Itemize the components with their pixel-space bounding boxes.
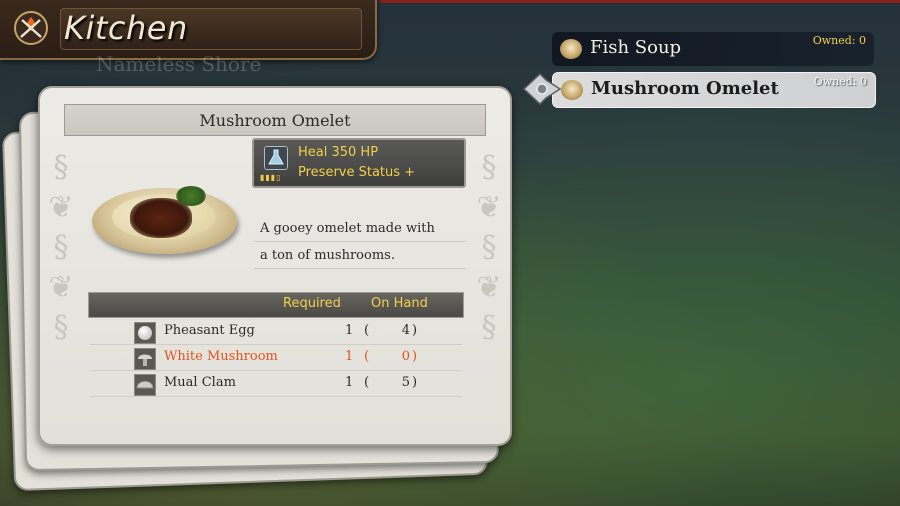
paren-open: ( [364,349,370,364]
ingredient-on-hand: 0 [401,349,410,364]
divider [254,241,466,242]
recipe-item-mushroom-omelet[interactable]: Mushroom Omelet Owned: 0 [552,72,876,108]
divider [254,268,466,269]
paren-open: ( [364,323,370,338]
clam-icon [134,374,156,396]
ingredient-required: 1 [345,375,354,390]
ingredient-required: 1 [345,323,354,338]
recipe-detail-card: § ❦ § ❦ § § ❦ § ❦ § Mushroom Omelet ▮▮▮▯ Heal 35… [38,86,512,446]
paren-close: ) [412,375,418,390]
omelet-plate-icon [561,80,583,100]
recipe-name: Mushroom Omelet [591,78,779,99]
crossed-utensils-flame-icon [14,11,48,45]
egg-icon [134,322,156,344]
ornament-left: § ❦ § ❦ § [48,150,74,345]
soup-bowl-icon [560,39,582,59]
effect-heal: Heal 350 HP [298,145,379,160]
mushroom-icon [134,348,156,370]
paren-open: ( [364,375,370,390]
recipe-owned-count: Owned: 0 [812,34,866,47]
required-column-header: Required [283,296,341,311]
effect-preserve-status: Preserve Status + [298,165,416,180]
ingredient-row: White Mushroom 1 ( 0 ) [90,346,462,371]
ingredient-name: Pheasant Egg [164,323,255,338]
ingredient-required: 1 [345,349,354,364]
effect-panel: ▮▮▮▯ Heal 350 HP Preserve Status + [252,138,466,188]
selection-cursor-icon [522,72,562,106]
flask-potion-icon [264,146,288,170]
ornament-right: § ❦ § ❦ § [476,150,502,345]
on-hand-column-header: On Hand [371,296,428,311]
ingredient-name: White Mushroom [164,349,278,364]
recipe-name: Fish Soup [590,37,682,58]
ingredient-on-hand: 5 [401,375,410,390]
dish-title: Mushroom Omelet [199,111,351,130]
effect-level-pips: ▮▮▮▯ [260,173,282,182]
description-line: A gooey omelet made with [260,221,435,236]
ingredient-on-hand: 4 [401,323,410,338]
recipe-item-fish-soup[interactable]: Fish Soup Owned: 0 [552,32,874,66]
dish-title-bar: Mushroom Omelet [64,104,486,136]
paren-close: ) [412,323,418,338]
kitchen-header: Kitchen [0,0,377,60]
description-line: a ton of mushrooms. [260,248,395,263]
ingredient-row: Pheasant Egg 1 ( 4 ) [90,320,462,345]
screen-title: Kitchen [64,9,188,47]
ingredient-name: Mual Clam [164,375,236,390]
location-name: Nameless Shore [96,52,262,76]
ingredients-header: Required On Hand [88,292,464,318]
ingredient-row: Mual Clam 1 ( 5 ) [90,372,462,397]
garnish-image [176,186,206,206]
paren-close: ) [412,349,418,364]
recipe-owned-count: Owned: 0 [813,75,867,88]
